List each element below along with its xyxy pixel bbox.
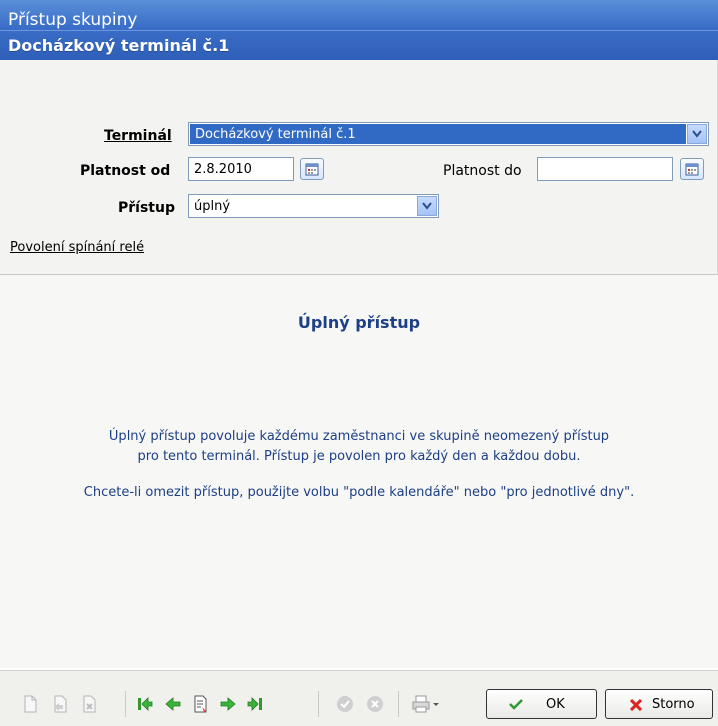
checkmark-icon <box>509 699 523 710</box>
chevron-down-icon[interactable] <box>687 124 707 144</box>
access-value: úplný <box>194 199 231 214</box>
toolbar-separator <box>398 691 399 717</box>
window-subtitle: Docházkový terminál č.1 <box>8 36 230 55</box>
info-line-2: pro tento terminál. Přístup je povolen p… <box>137 449 581 464</box>
valid-from-field[interactable]: 2.8.2010 <box>188 157 294 181</box>
terminal-value: Docházkový terminál č.1 <box>195 127 356 142</box>
bottom-toolbar: OK Storno <box>0 670 718 726</box>
access-select[interactable]: úplný <box>188 194 439 218</box>
record-detail-icon[interactable] <box>192 695 210 713</box>
title-divider <box>0 30 718 31</box>
toolbar-separator <box>125 691 126 717</box>
title-bar: Přístup skupiny Docházkový terminál č.1 <box>0 0 718 60</box>
first-record-icon[interactable] <box>136 695 154 713</box>
valid-from-label: Platnost od <box>80 163 171 179</box>
form-panel: Terminál Docházkový terminál č.1 Platnos… <box>0 60 718 275</box>
info-line-1: Úplný přístup povoluje každému zaměstnan… <box>108 429 610 444</box>
relay-switching-link[interactable]: Povolení spínání relé <box>10 240 144 255</box>
window-title: Přístup skupiny <box>8 10 138 30</box>
info-heading: Úplný přístup <box>297 313 421 332</box>
new-document-icon[interactable] <box>21 695 39 713</box>
next-record-icon[interactable] <box>219 695 237 713</box>
cancel-circle-icon[interactable] <box>366 695 384 713</box>
print-dropdown-icon[interactable] <box>432 695 440 713</box>
calendar-icon-from[interactable] <box>300 158 324 180</box>
valid-to-field[interactable] <box>537 157 673 181</box>
previous-record-icon[interactable] <box>164 695 182 713</box>
print-icon[interactable] <box>412 695 430 713</box>
cancel-button-label: Storno <box>652 697 695 712</box>
delete-document-icon[interactable] <box>80 695 98 713</box>
chevron-down-icon[interactable] <box>417 196 437 216</box>
info-panel: Úplný přístup Úplný přístup povoluje kaž… <box>0 275 718 668</box>
confirm-circle-icon[interactable] <box>336 695 354 713</box>
ok-button-label: OK <box>546 697 565 712</box>
cancel-button[interactable]: Storno <box>605 689 713 719</box>
open-document-icon[interactable] <box>51 695 69 713</box>
terminal-select[interactable]: Docházkový terminál č.1 <box>188 122 709 146</box>
toolbar-separator <box>318 691 319 717</box>
ok-button[interactable]: OK <box>486 689 597 719</box>
close-icon <box>630 699 642 711</box>
calendar-icon-to[interactable] <box>680 158 704 180</box>
access-label: Přístup <box>118 200 175 216</box>
terminal-label: Terminál <box>104 128 172 144</box>
last-record-icon[interactable] <box>246 695 264 713</box>
valid-to-label: Platnost do <box>443 163 522 179</box>
valid-from-value: 2.8.2010 <box>194 162 252 177</box>
info-line-3: Chcete-li omezit přístup, použijte volbu… <box>83 485 635 500</box>
